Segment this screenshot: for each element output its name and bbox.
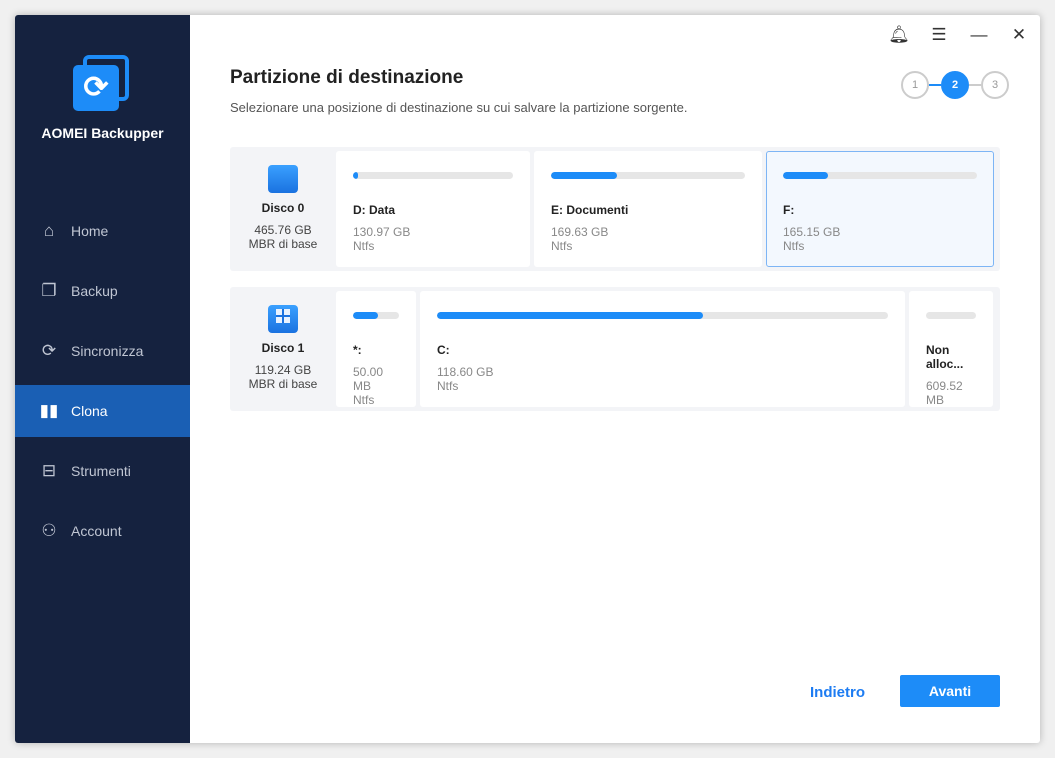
partition-size: 165.15 GB	[783, 225, 841, 239]
disk-type: MBR di base	[248, 377, 318, 391]
sidebar-item-clone[interactable]: ▮▮ Clona	[15, 385, 190, 437]
partition-fs: Ntfs	[353, 393, 375, 407]
sidebar-item-backup[interactable]: ❐ Backup	[15, 265, 190, 317]
back-button[interactable]: Indietro	[810, 684, 865, 701]
step-indicator: 1 2 3	[901, 71, 1009, 99]
partition-size: 169.63 GB	[551, 225, 609, 239]
app-name: AOMEI Backupper	[41, 125, 164, 141]
clone-icon: ▮▮	[39, 401, 59, 420]
partition-name: *:	[353, 343, 362, 357]
partition-fs: Ntfs	[353, 239, 375, 253]
bell-icon[interactable]: 🔔︎	[888, 25, 910, 45]
main-panel: 🔔︎ ☰ — ✕ Partizione di destinazione Sele…	[190, 15, 1040, 743]
partition-card[interactable]: *: 50.00 MB Ntfs	[336, 291, 416, 407]
sync-icon: ⟳	[41, 341, 57, 360]
sidebar: ⟳ AOMEI Backupper ⌂ Home ❐ Backup ⟳ Sincron…	[15, 15, 190, 743]
partition-name: E: Documenti	[551, 203, 629, 217]
partition-card-selected[interactable]: F: 165.15 GB Ntfs	[766, 151, 994, 267]
next-button[interactable]: Avanti	[900, 675, 1000, 707]
sidebar-item-account[interactable]: ⚇ Account	[15, 505, 190, 557]
partition-size: 609.52 MB	[926, 379, 963, 407]
backup-icon: ❐	[41, 281, 57, 300]
page-title: Partizione di destinazione	[230, 67, 464, 88]
usage-bar-fill	[551, 172, 617, 179]
partition-fs: Ntfs	[783, 239, 805, 253]
usage-bar-fill	[437, 312, 704, 319]
partition-size: 50.00 MB	[353, 365, 384, 393]
step-1: 1	[901, 71, 929, 99]
sidebar-item-label: Account	[71, 523, 122, 539]
step-2: 2	[941, 71, 969, 99]
disk-row: Disco 1 119.24 GB MBR di base *: 50.00 MB…	[230, 287, 1000, 411]
disk-info: Disco 0 465.76 GB MBR di base	[230, 151, 336, 267]
partition-card[interactable]: D: Data 130.97 GB Ntfs	[336, 151, 530, 267]
partition-card[interactable]: C: 118.60 GB Ntfs	[420, 291, 905, 407]
sidebar-item-label: Backup	[71, 283, 118, 299]
disk-info: Disco 1 119.24 GB MBR di base	[230, 291, 336, 407]
page-subtitle: Selezionare una posizione di destinazion…	[230, 100, 688, 115]
home-icon: ⌂	[43, 221, 55, 240]
partition-name: Non alloc...	[926, 343, 964, 371]
hard-disk-icon	[268, 165, 298, 193]
partition-name: C:	[437, 343, 450, 357]
disk-row: Disco 0 465.76 GB MBR di base D: Data 130…	[230, 147, 1000, 271]
usage-bar-fill	[353, 172, 358, 179]
system-disk-icon	[268, 305, 298, 333]
partition-name: F:	[783, 203, 795, 217]
sidebar-item-home[interactable]: ⌂ Home	[15, 205, 190, 257]
disk-name: Disco 1	[261, 341, 305, 355]
close-icon[interactable]: ✕	[1008, 25, 1030, 45]
partition-size: 130.97 GB	[353, 225, 411, 239]
tools-icon: ⊟	[41, 461, 57, 480]
disk-type: MBR di base	[248, 237, 318, 251]
account-icon: ⚇	[41, 521, 57, 540]
usage-bar-fill	[353, 312, 379, 319]
disk-name: Disco 0	[261, 201, 305, 215]
disk-size: 465.76 GB	[254, 223, 312, 237]
sidebar-item-label: Sincronizza	[71, 343, 144, 359]
app-logo-icon: ⟳	[73, 55, 131, 113]
partition-size: 118.60 GB	[437, 365, 494, 379]
sidebar-item-sync[interactable]: ⟳ Sincronizza	[15, 325, 190, 377]
sidebar-item-tools[interactable]: ⊟ Strumenti	[15, 445, 190, 497]
partition-fs: Ntfs	[551, 239, 573, 253]
sidebar-item-label: Strumenti	[71, 463, 131, 479]
minimize-icon[interactable]: —	[968, 25, 990, 45]
sidebar-item-label: Clona	[71, 403, 108, 419]
step-3: 3	[981, 71, 1009, 99]
usage-bar-fill	[783, 172, 828, 179]
disk-size: 119.24 GB	[254, 363, 312, 377]
app-window: ⟳ AOMEI Backupper ⌂ Home ❐ Backup ⟳ Sincron…	[15, 15, 1040, 743]
partition-card[interactable]: E: Documenti 169.63 GB Ntfs	[534, 151, 762, 267]
sidebar-item-label: Home	[71, 223, 109, 239]
partition-name: D: Data	[353, 203, 396, 217]
menu-icon[interactable]: ☰	[928, 25, 950, 45]
partition-card[interactable]: Non alloc... 609.52 MB	[909, 291, 993, 407]
partition-fs: Ntfs	[437, 379, 459, 393]
